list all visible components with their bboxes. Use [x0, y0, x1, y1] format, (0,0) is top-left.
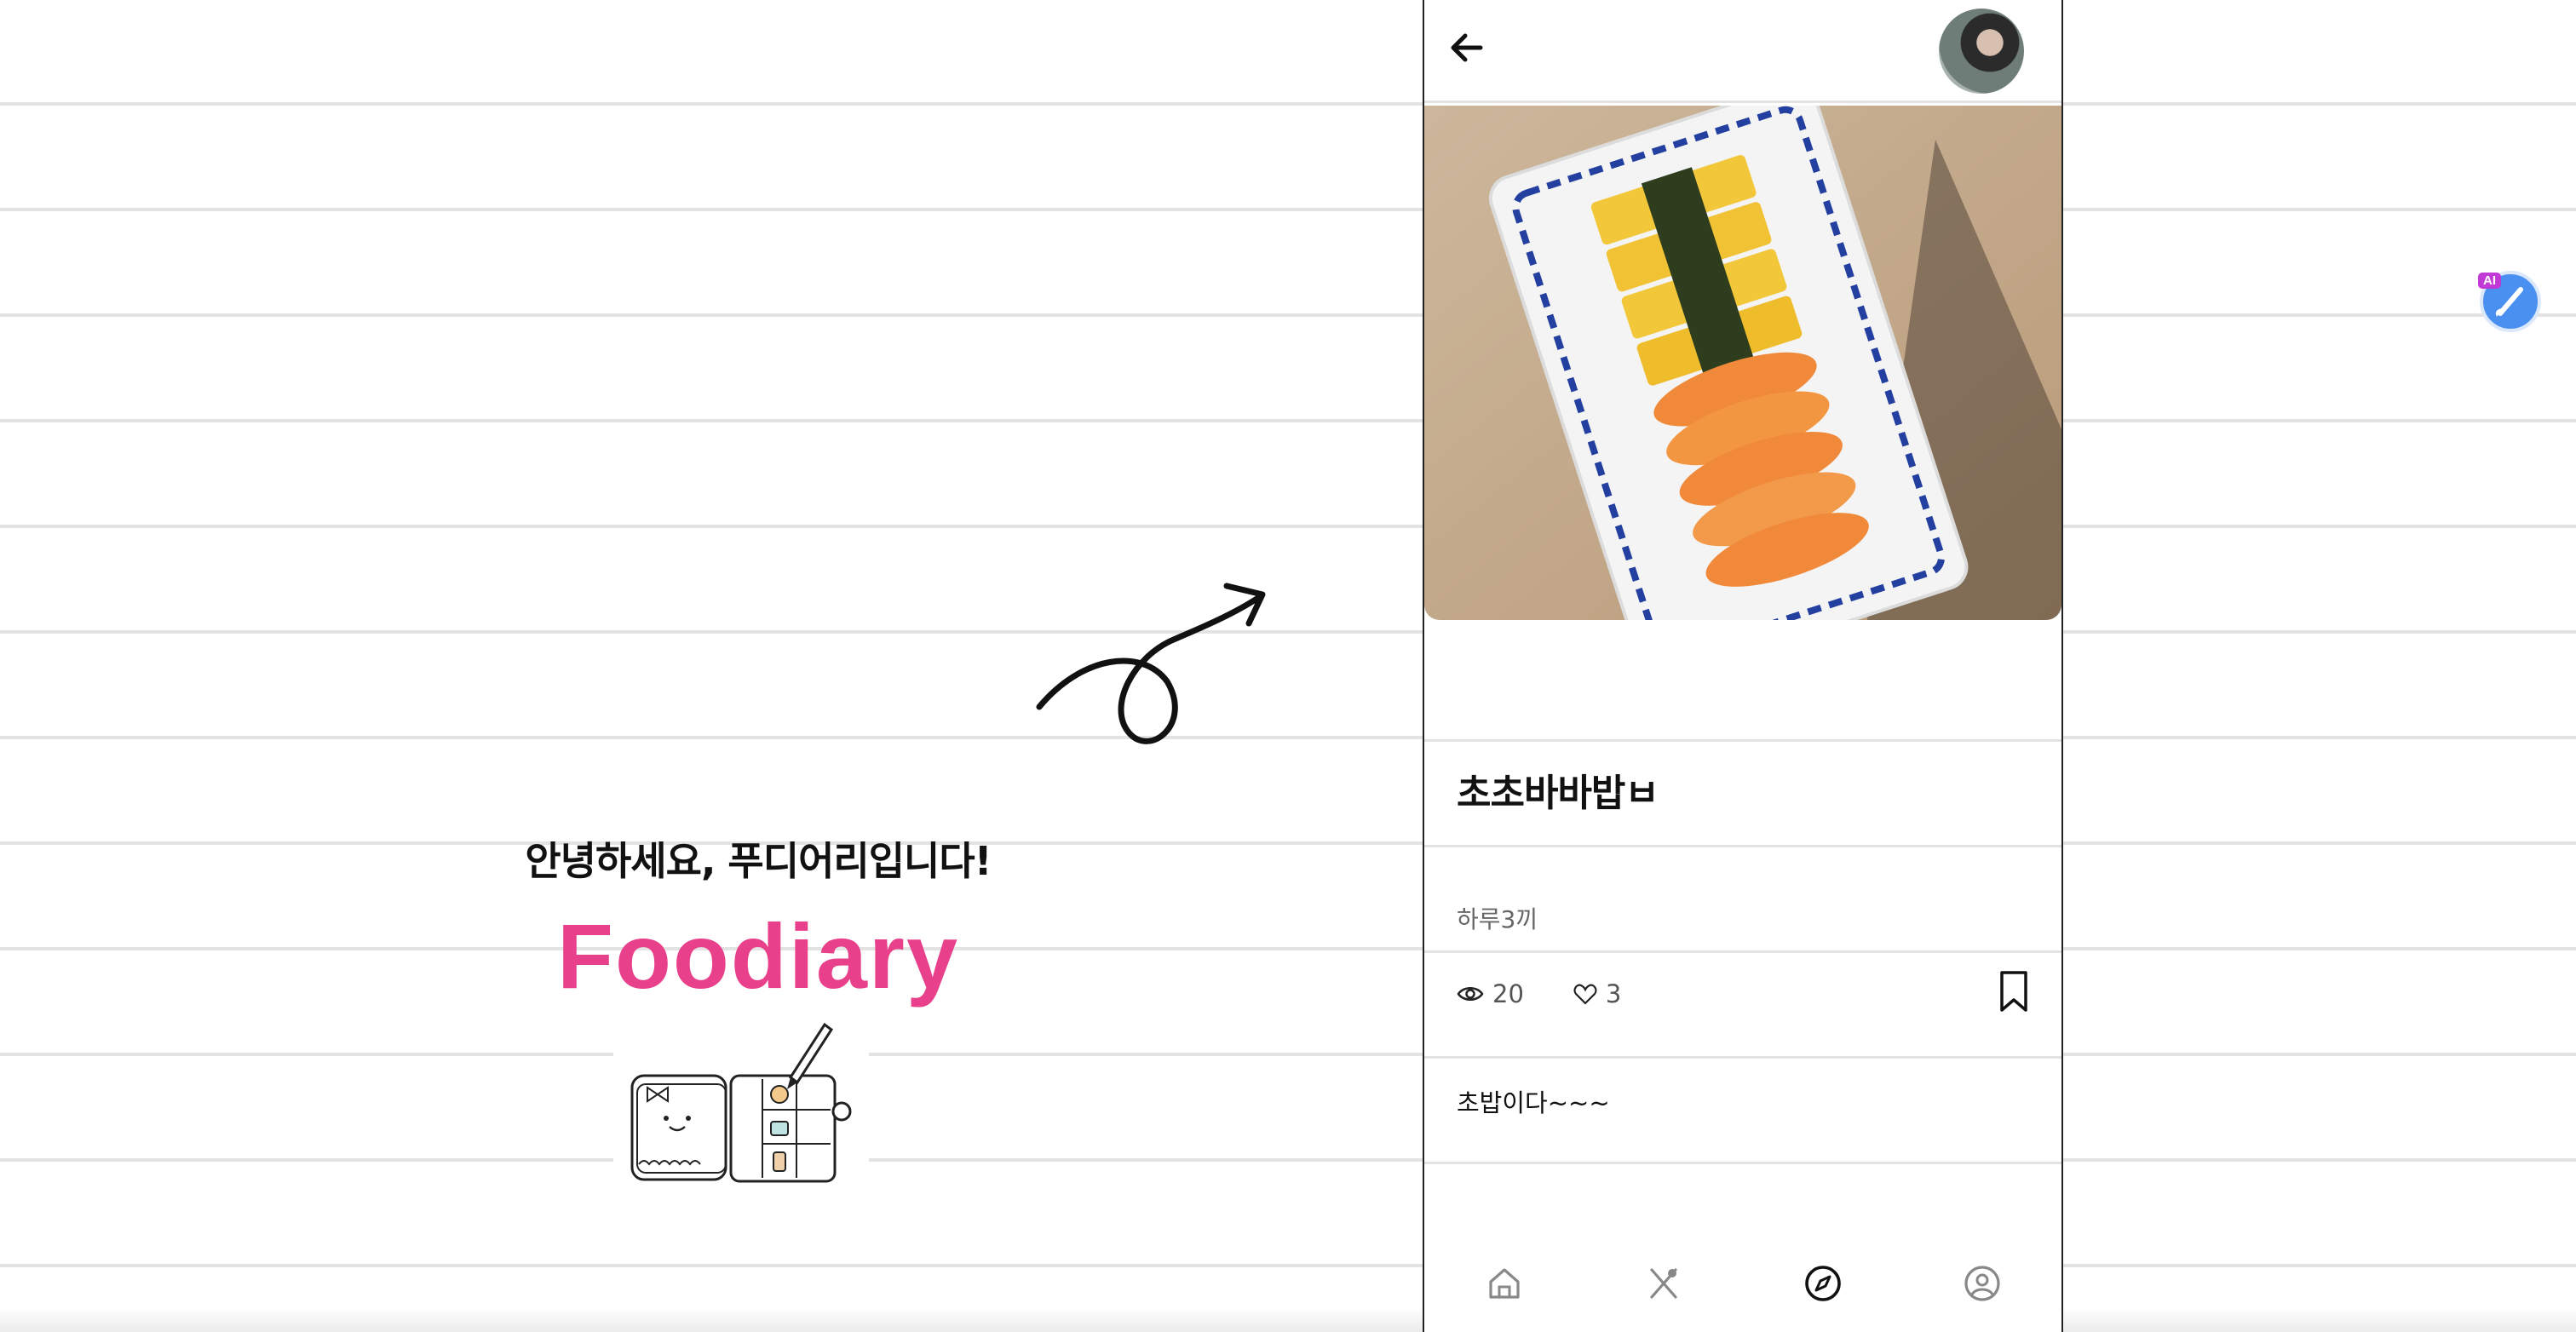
divider [1424, 845, 2061, 847]
back-arrow-icon[interactable] [1440, 20, 1494, 75]
nav-explore[interactable] [1796, 1256, 1850, 1311]
view-count-value: 20 [1492, 979, 1524, 1008]
post-title: 초초바바밥ㅂ [1457, 772, 1659, 815]
ai-badge: AI [2478, 273, 2501, 289]
divider [1424, 739, 2061, 742]
heart-icon[interactable] [1573, 983, 1597, 1005]
food-photo [1424, 106, 2061, 620]
divider [1424, 1162, 2061, 1164]
utensils-icon[interactable] [1645, 1265, 1682, 1302]
nav-home[interactable] [1477, 1256, 1532, 1311]
like-count-value: 3 [1605, 979, 1622, 1008]
diary-illustration [613, 1018, 869, 1188]
ai-assistant-widget[interactable]: AI [2475, 266, 2544, 336]
landing-greeting: 안녕하세요, 푸디어리입니다! [525, 838, 992, 884]
top-bar [1424, 0, 2061, 103]
curly-arrow-decoration [1036, 583, 1266, 744]
bottom-navigation [1424, 1235, 2061, 1332]
mobile-app-frame: 초초바바밥ㅂ 하루3끼 20 3 초밥이다~~~ [1423, 0, 2063, 1332]
ruled-background [0, 0, 2576, 1332]
divider [1424, 950, 2061, 953]
nav-recipes[interactable] [1636, 1256, 1691, 1311]
bookmark-icon[interactable] [1997, 969, 2031, 1013]
compass-icon[interactable] [1803, 1264, 1843, 1303]
nav-profile[interactable] [1955, 1256, 2010, 1311]
user-avatar[interactable] [1939, 9, 2024, 94]
post-category: 하루3끼 [1457, 905, 1538, 933]
profile-icon[interactable] [1963, 1264, 2002, 1303]
bottom-shade [0, 1306, 2576, 1332]
post-stats: 20 3 [1457, 975, 1670, 1013]
home-icon[interactable] [1486, 1265, 1523, 1302]
brand-logo-text: Foodiary [556, 904, 960, 1008]
like-count[interactable]: 3 [1573, 979, 1621, 1008]
view-count: 20 [1457, 979, 1524, 1008]
eye-icon [1457, 987, 1484, 1001]
post-body: 초밥이다~~~ [1457, 1088, 1610, 1117]
divider [1424, 1056, 2061, 1059]
